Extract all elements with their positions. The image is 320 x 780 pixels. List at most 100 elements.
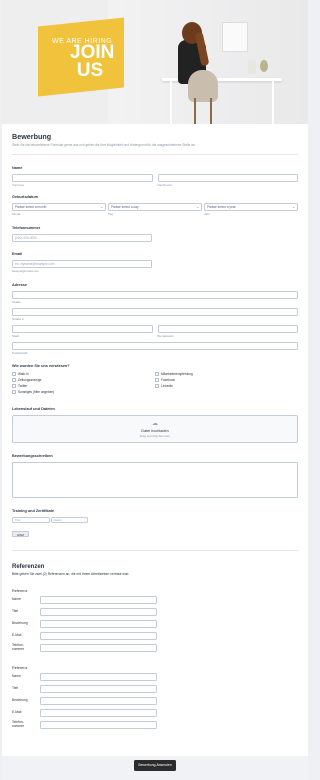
reference-1: Referenz Name Titel Beziehung E-Mail Tel… bbox=[12, 589, 298, 653]
checkbox-icon bbox=[12, 372, 16, 376]
cloud-upload-icon: ☁ bbox=[152, 421, 158, 427]
ref2-title-input[interactable] bbox=[40, 685, 157, 693]
form-title: Bewerbung bbox=[12, 132, 52, 141]
year-select-value: Please select a year bbox=[207, 205, 236, 209]
name-label: Name bbox=[12, 166, 23, 170]
ref2-phone-input[interactable] bbox=[40, 721, 157, 729]
cover-letter-textarea[interactable] bbox=[12, 462, 298, 498]
email-input[interactable]: ex: myname@example.com bbox=[12, 260, 152, 268]
submit-button[interactable]: Bewerbung Absenden bbox=[134, 760, 176, 771]
checkbox-label: Walk-In bbox=[18, 372, 29, 376]
reference-label: Referenz bbox=[12, 666, 28, 670]
first-name-input[interactable] bbox=[12, 174, 153, 182]
hero-banner: WE ARE HIRING JOIN US bbox=[2, 0, 308, 124]
city-input[interactable] bbox=[12, 325, 153, 333]
field-label: Beziehung bbox=[12, 621, 28, 626]
field-label: E-Mail bbox=[12, 710, 22, 715]
ref2-email-input[interactable] bbox=[40, 709, 157, 717]
checkbox-label: Mitarbeiterempfehlung bbox=[161, 372, 193, 376]
referral-source-label: Wie wurden Sie uns verwiesen? bbox=[12, 364, 70, 368]
dob-field: Geburtsdatum Please select a month ⌄ Mona… bbox=[12, 195, 298, 216]
chevron-down-icon: ⌄ bbox=[100, 205, 103, 209]
field-label: Titel bbox=[12, 609, 19, 614]
upload-sub: Drag and drop files here bbox=[139, 434, 170, 438]
references-intro: Bitte geben Sie zwei (2) Referenzen an, … bbox=[12, 572, 130, 576]
cover-letter-label: Bewerbungsschreiben bbox=[12, 454, 53, 458]
checkbox-icon bbox=[155, 384, 159, 388]
checkbox-linkedin[interactable]: LinkedIn bbox=[155, 383, 298, 389]
dob-label: Geburtsdatum bbox=[12, 195, 38, 199]
email-sub: beispiel@email.com bbox=[12, 269, 39, 273]
checkbox-other[interactable]: Sonstiges (bitte angeben) bbox=[12, 389, 155, 395]
divider bbox=[12, 550, 298, 551]
month-sub: Monat bbox=[12, 212, 21, 216]
checkbox-icon bbox=[155, 378, 159, 382]
zip-sub: Postleitzahl bbox=[12, 351, 28, 355]
street-input[interactable] bbox=[12, 291, 298, 299]
phone-input[interactable]: (000) 000-0000 bbox=[12, 234, 152, 242]
upload-title: Datei hochladen bbox=[141, 429, 169, 433]
phone-field: Telefonnummer (000) 000-0000 bbox=[12, 226, 298, 242]
state-input[interactable] bbox=[157, 325, 298, 333]
references-section: Referenzen Bitte geben Sie zwei (2) Refe… bbox=[12, 564, 298, 730]
day-select[interactable]: Please select a day ⌄ bbox=[108, 203, 202, 211]
street2-sub: Straße 2 bbox=[12, 317, 24, 321]
ref1-name-input[interactable] bbox=[40, 596, 157, 604]
ref1-relation-input[interactable] bbox=[40, 620, 157, 628]
zip-input[interactable] bbox=[12, 342, 298, 350]
last-name-input[interactable] bbox=[157, 174, 298, 182]
year-select[interactable]: Please select a year ⌄ bbox=[204, 203, 298, 211]
ref1-phone-input[interactable] bbox=[40, 644, 157, 652]
form-subtitle: Stellt Sie die beschriebene Formular ger… bbox=[12, 143, 196, 147]
hero-desk-leg bbox=[170, 80, 172, 124]
cover-letter-field: Bewerbungsschreiben bbox=[12, 454, 298, 498]
training-label: Training und Zertifikate bbox=[12, 509, 54, 513]
field-label: Name bbox=[12, 597, 21, 602]
street2-input[interactable] bbox=[12, 308, 298, 316]
field-label: Name bbox=[12, 674, 21, 679]
month-select-value: Please select a month bbox=[15, 205, 47, 209]
checkbox-label: Twitter bbox=[18, 384, 28, 388]
cv-field: Lebenslauf und Dateien ☁ Datei hochladen… bbox=[12, 407, 298, 443]
checkbox-icon bbox=[12, 384, 16, 388]
month-select[interactable]: Please select a month ⌄ bbox=[12, 203, 106, 211]
hero-plant bbox=[260, 60, 268, 72]
day-select-value: Please select a day bbox=[111, 205, 139, 209]
checkbox-icon bbox=[12, 378, 16, 382]
ref1-title-input[interactable] bbox=[40, 608, 157, 616]
checkbox-label: Zeitungsanzeige bbox=[18, 378, 42, 382]
last-name-sub: Nachname bbox=[157, 183, 173, 187]
training-date-input[interactable]: Datum bbox=[50, 517, 88, 523]
field-label: Titel bbox=[12, 686, 19, 691]
ref2-name-input[interactable] bbox=[40, 673, 157, 681]
form-page: WE ARE HIRING JOIN US Bewerbung Stellt S… bbox=[2, 0, 308, 780]
ref1-email-input[interactable] bbox=[40, 632, 157, 640]
training-field: Training und Zertifikate Titel Datum HIN… bbox=[12, 509, 298, 541]
state-sub: Bundesland bbox=[157, 334, 174, 338]
field-label: Telefon- nummer bbox=[12, 720, 25, 728]
city-sub: Stadt bbox=[12, 334, 20, 338]
file-upload-dropzone[interactable]: ☁ Datei hochladen Drag and drop files he… bbox=[12, 415, 298, 443]
reference-2: Referenz Name Titel Beziehung E-Mail Tel… bbox=[12, 666, 298, 730]
address-label: Adresse bbox=[12, 283, 27, 287]
phone-label: Telefonnummer bbox=[12, 226, 41, 230]
name-field: Name Vorname Nachname bbox=[12, 166, 298, 187]
chevron-down-icon: ⌄ bbox=[196, 205, 199, 209]
checkbox-label: Facebook bbox=[161, 378, 175, 382]
ref2-relation-input[interactable] bbox=[40, 697, 157, 705]
first-name-sub: Vorname bbox=[12, 183, 25, 187]
checkbox-icon bbox=[155, 372, 159, 376]
year-sub: Jahr bbox=[204, 212, 210, 216]
checkbox-label: LinkedIn bbox=[161, 384, 174, 388]
add-training-button[interactable]: HINZ bbox=[12, 531, 29, 537]
training-title-input[interactable]: Titel bbox=[12, 517, 50, 523]
hero-picture-frame bbox=[222, 22, 248, 52]
field-label: Beziehung bbox=[12, 698, 28, 703]
hero-chair-legs bbox=[194, 98, 212, 124]
referral-source-field: Wie wurden Sie uns verwiesen? Walk-In Ze… bbox=[12, 364, 298, 395]
address-field: Adresse Straße Straße 2 Stadt Bundesland… bbox=[12, 283, 298, 355]
submit-row: Bewerbung Absenden bbox=[2, 760, 308, 771]
email-label: Email bbox=[12, 252, 23, 256]
hero-desk-leg bbox=[272, 80, 274, 124]
checkbox-icon bbox=[12, 390, 16, 394]
